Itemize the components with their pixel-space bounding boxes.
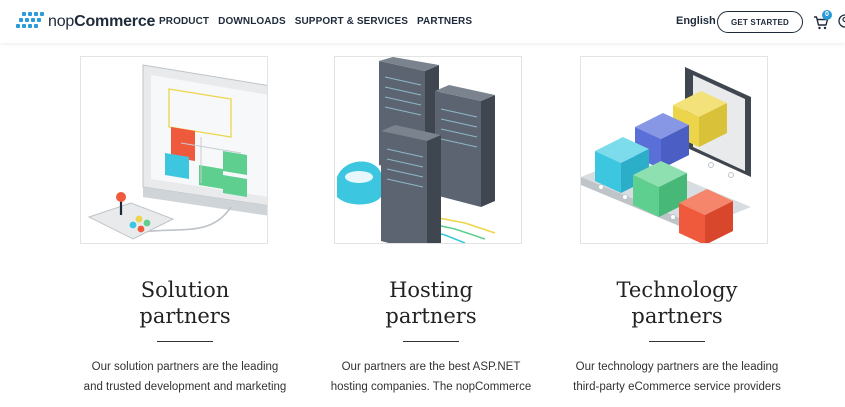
logo-text-light: nop <box>48 13 75 30</box>
title-divider <box>157 341 213 342</box>
server-racks-illustration <box>334 56 522 244</box>
title-divider <box>403 341 459 342</box>
site-logo[interactable]: nopCommerce <box>14 10 155 34</box>
card-title-line2: partners <box>385 304 477 328</box>
main-nav: PRODUCT DOWNLOADS SUPPORT & SERVICES PAR… <box>159 16 472 27</box>
card-desc-line1: Our solution partners are the leading <box>91 361 279 373</box>
logo-wordmark: nopCommerce <box>48 13 155 31</box>
card-desc-line2: and trusted development and marketing <box>83 381 287 393</box>
hosting-partners-card: Hosting partners Our partners are the be… <box>316 43 546 407</box>
language-selector[interactable]: English <box>676 15 716 27</box>
nav-downloads[interactable]: DOWNLOADS <box>218 16 286 27</box>
conveyor-boxes-illustration <box>580 56 768 244</box>
get-started-button[interactable]: GET STARTED <box>717 11 803 33</box>
logo-text-bold: Commerce <box>74 13 156 30</box>
cart-button[interactable]: 0 <box>813 10 833 31</box>
account-button[interactable] <box>838 14 845 28</box>
nav-support-services[interactable]: SUPPORT & SERVICES <box>295 16 408 27</box>
title-divider <box>649 341 705 342</box>
site-header: nopCommerce PRODUCT DOWNLOADS SUPPORT & … <box>0 0 845 43</box>
card-title-line2: partners <box>139 304 231 328</box>
card-title-line1: Technology <box>616 278 738 302</box>
card-title-line1: Solution <box>140 278 230 302</box>
card-title-line2: partners <box>631 304 723 328</box>
card-desc-line1: Our partners are the best ASP.NET <box>341 361 521 373</box>
card-desc-line2: third-party eCommerce service providers <box>573 381 781 393</box>
card-desc-line2: hosting companies. The nopCommerce <box>330 381 532 393</box>
technology-partners-card: Technology partners Our technology partn… <box>562 43 792 407</box>
account-icon <box>838 14 845 28</box>
monitor-design-illustration <box>80 56 268 244</box>
nav-partners[interactable]: PARTNERS <box>417 16 472 27</box>
nav-product[interactable]: PRODUCT <box>159 16 209 27</box>
cart-count-badge: 0 <box>822 10 832 20</box>
solution-partners-card: Solution partners Our solution partners … <box>70 43 300 407</box>
card-desc-line1: Our technology partners are the leading <box>575 361 779 373</box>
nopcommerce-logo-icon <box>14 12 44 32</box>
card-title-line1: Hosting <box>389 278 473 302</box>
